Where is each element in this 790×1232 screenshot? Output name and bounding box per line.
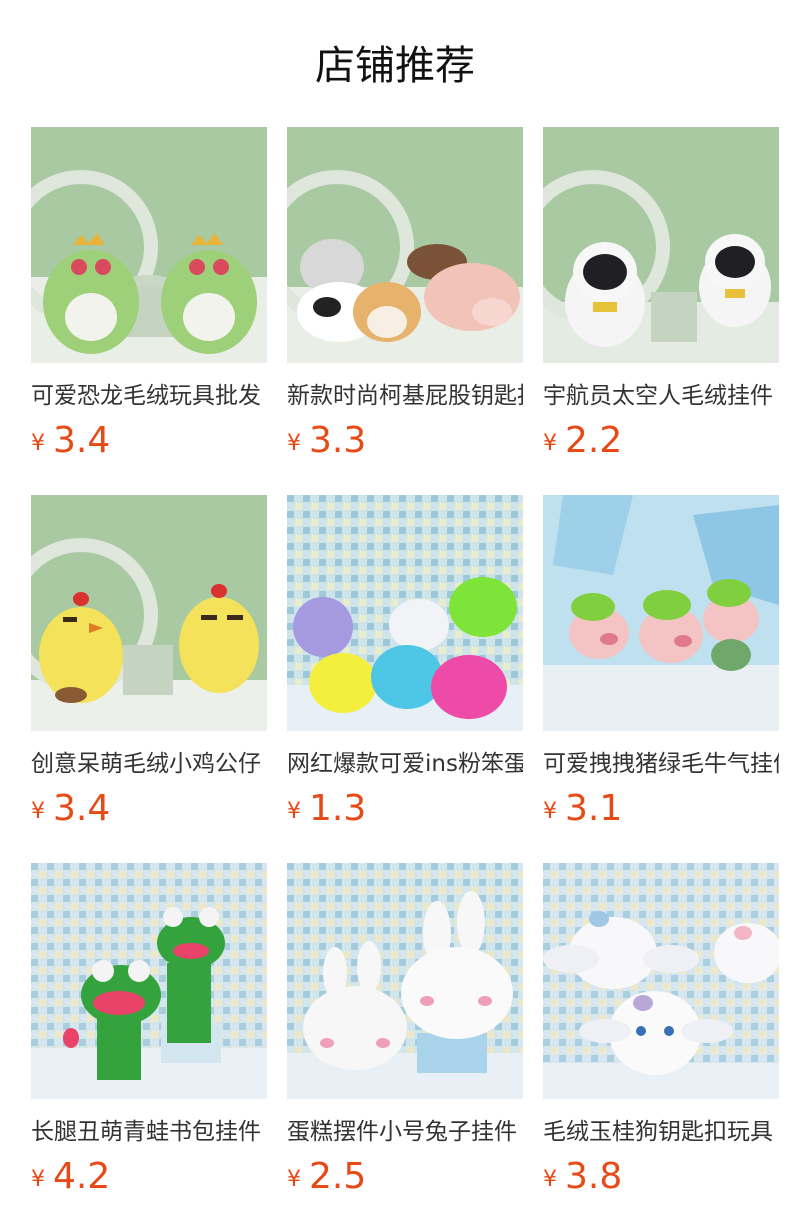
store-recommendations-page: 店铺推荐 可爱恐龙毛绒玩具批发 ¥ 3.4 新款时尚柯基屁股钥匙扣 ¥ 3.3 … xyxy=(0,0,790,1232)
price-value: 3.1 xyxy=(565,788,623,829)
product-card[interactable]: 创意呆萌毛绒小鸡公仔 ¥3.4 xyxy=(31,495,267,829)
product-image[interactable] xyxy=(31,495,267,731)
product-price: ¥2.2 xyxy=(543,419,779,461)
price-value: 3.4 xyxy=(53,420,111,461)
price-value: 2.5 xyxy=(309,1156,367,1197)
product-price: ¥2.5 xyxy=(287,1155,523,1197)
product-card[interactable]: 蛋糕摆件小号兔子挂件 ¥2.5 xyxy=(287,863,523,1197)
price-value: 3.8 xyxy=(565,1156,623,1197)
product-card[interactable]: 宇航员太空人毛绒挂件 ¥2.2 xyxy=(543,127,779,461)
product-price: ¥3.4 xyxy=(31,419,267,461)
product-price: ¥1.3 xyxy=(287,787,523,829)
product-price: ¥3.8 xyxy=(543,1155,779,1197)
product-name[interactable]: 创意呆萌毛绒小鸡公仔 xyxy=(31,747,267,781)
cinnamon-dog-plush-icon xyxy=(543,863,779,1099)
currency-symbol: ¥ xyxy=(31,1167,45,1192)
product-card[interactable]: 可爱拽拽猪绿毛牛气挂件 ¥3.1 xyxy=(543,495,779,829)
product-name[interactable]: 毛绒玉桂狗钥匙扣玩具 xyxy=(543,1115,779,1149)
product-name[interactable]: 宇航员太空人毛绒挂件 xyxy=(543,379,779,413)
product-image[interactable] xyxy=(543,863,779,1099)
price-value: 4.2 xyxy=(53,1156,111,1197)
product-image[interactable] xyxy=(543,495,779,731)
yellow-chick-plush-icon xyxy=(31,495,267,731)
currency-symbol: ¥ xyxy=(543,799,557,824)
product-image[interactable] xyxy=(543,127,779,363)
green-frog-plush-icon xyxy=(31,863,267,1099)
currency-symbol: ¥ xyxy=(287,1167,301,1192)
currency-symbol: ¥ xyxy=(287,799,301,824)
price-value: 2.2 xyxy=(565,420,623,461)
product-price: ¥3.3 xyxy=(287,419,523,461)
product-card[interactable]: 新款时尚柯基屁股钥匙扣 ¥3.3 xyxy=(287,127,523,461)
product-image[interactable] xyxy=(287,863,523,1099)
corgi-butt-plush-icon xyxy=(287,127,523,363)
product-image[interactable] xyxy=(287,495,523,731)
product-name[interactable]: 新款时尚柯基屁股钥匙扣 xyxy=(287,379,523,413)
currency-symbol: ¥ xyxy=(31,799,45,824)
product-card[interactable]: 可爱恐龙毛绒玩具批发 ¥3.4 xyxy=(31,127,267,461)
product-price: ¥3.4 xyxy=(31,787,267,829)
currency-symbol: ¥ xyxy=(31,431,45,456)
product-name[interactable]: 长腿丑萌青蛙书包挂件 xyxy=(31,1115,267,1149)
product-card[interactable]: 毛绒玉桂狗钥匙扣玩具 ¥3.8 xyxy=(543,863,779,1197)
product-card[interactable]: 长腿丑萌青蛙书包挂件 ¥4.2 xyxy=(31,863,267,1197)
white-bunny-plush-icon xyxy=(287,863,523,1099)
product-name[interactable]: 可爱拽拽猪绿毛牛气挂件 xyxy=(543,747,779,781)
furry-monster-plush-icon xyxy=(287,495,523,731)
product-card[interactable]: 网红爆款可爱ins粉笨蛋 ¥1.3 xyxy=(287,495,523,829)
astronaut-plush-icon xyxy=(543,127,779,363)
product-image[interactable] xyxy=(31,127,267,363)
green-dinosaur-plush-icon xyxy=(31,127,267,363)
currency-symbol: ¥ xyxy=(287,431,301,456)
product-name[interactable]: 网红爆款可爱ins粉笨蛋 xyxy=(287,747,523,781)
currency-symbol: ¥ xyxy=(543,1167,557,1192)
section-title: 店铺推荐 xyxy=(315,43,475,89)
product-price: ¥3.1 xyxy=(543,787,779,829)
currency-symbol: ¥ xyxy=(543,431,557,456)
price-value: 3.3 xyxy=(309,420,367,461)
product-name[interactable]: 可爱恐龙毛绒玩具批发 xyxy=(31,379,267,413)
price-value: 3.4 xyxy=(53,788,111,829)
product-image[interactable] xyxy=(31,863,267,1099)
green-hair-pig-plush-icon xyxy=(543,495,779,731)
product-price: ¥4.2 xyxy=(31,1155,267,1197)
product-name[interactable]: 蛋糕摆件小号兔子挂件 xyxy=(287,1115,523,1149)
price-value: 1.3 xyxy=(309,788,367,829)
product-image[interactable] xyxy=(287,127,523,363)
product-grid: 可爱恐龙毛绒玩具批发 ¥3.4 新款时尚柯基屁股钥匙扣 ¥ 3.3 宇航员太空人… xyxy=(31,127,779,1197)
